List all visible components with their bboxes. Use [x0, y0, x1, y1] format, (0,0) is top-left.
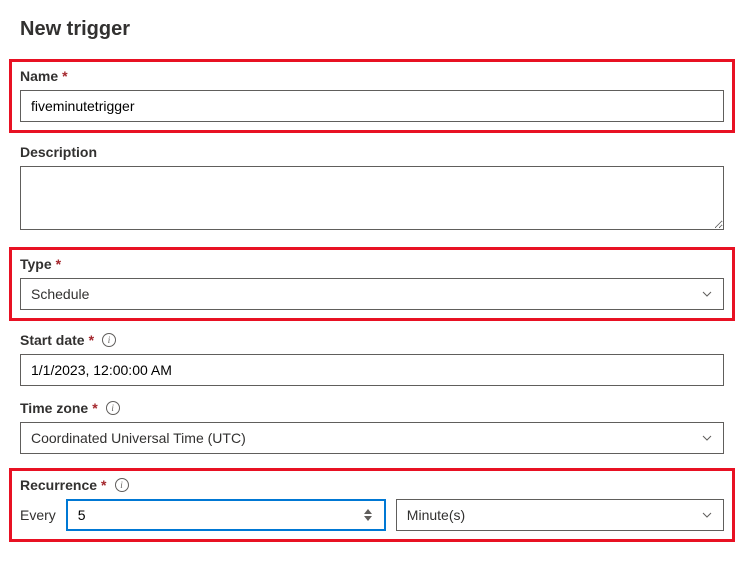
info-icon[interactable]: i [102, 333, 116, 347]
recurrence-unit-select[interactable]: Minute(s) [396, 499, 724, 531]
type-label: Type [20, 256, 52, 272]
start-date-input[interactable] [20, 354, 724, 386]
name-label: Name [20, 68, 58, 84]
start-date-label-row: Start date * i [20, 332, 724, 348]
time-zone-label-row: Time zone * i [20, 400, 724, 416]
recurrence-label: Recurrence [20, 477, 97, 493]
name-field-highlight: Name * [9, 59, 735, 133]
spinner [364, 503, 380, 527]
required-asterisk: * [89, 332, 94, 348]
name-input[interactable] [20, 90, 724, 122]
description-label: Description [20, 144, 97, 160]
type-select[interactable]: Schedule [20, 278, 724, 310]
chevron-down-icon [701, 432, 713, 444]
info-icon[interactable]: i [106, 401, 120, 415]
recurrence-value-input[interactable] [68, 501, 384, 529]
required-asterisk: * [101, 477, 106, 493]
time-zone-select-value: Coordinated Universal Time (UTC) [31, 430, 246, 446]
description-input[interactable] [20, 166, 724, 230]
start-date-label: Start date [20, 332, 85, 348]
start-date-field: Start date * i [20, 332, 724, 386]
type-select-value: Schedule [31, 286, 89, 302]
recurrence-unit-value: Minute(s) [407, 507, 465, 523]
time-zone-label: Time zone [20, 400, 88, 416]
recurrence-field-highlight: Recurrence * i Every Minute(s) [9, 468, 735, 542]
type-field-highlight: Type * Schedule [9, 247, 735, 321]
name-label-row: Name * [20, 68, 724, 84]
recurrence-label-row: Recurrence * i [20, 477, 724, 493]
description-field: Description [20, 144, 724, 233]
description-label-row: Description [20, 144, 724, 160]
type-label-row: Type * [20, 256, 724, 272]
time-zone-select[interactable]: Coordinated Universal Time (UTC) [20, 422, 724, 454]
page-title: New trigger [20, 18, 724, 41]
time-zone-field: Time zone * i Coordinated Universal Time… [20, 400, 724, 454]
spinner-up-icon[interactable] [364, 509, 372, 514]
required-asterisk: * [62, 68, 67, 84]
chevron-down-icon [701, 509, 713, 521]
recurrence-number-wrap [66, 499, 386, 531]
info-icon[interactable]: i [115, 478, 129, 492]
every-label: Every [20, 507, 56, 523]
required-asterisk: * [92, 400, 97, 416]
required-asterisk: * [56, 256, 61, 272]
recurrence-row: Every Minute(s) [20, 499, 724, 531]
chevron-down-icon [701, 288, 713, 300]
spinner-down-icon[interactable] [364, 516, 372, 521]
